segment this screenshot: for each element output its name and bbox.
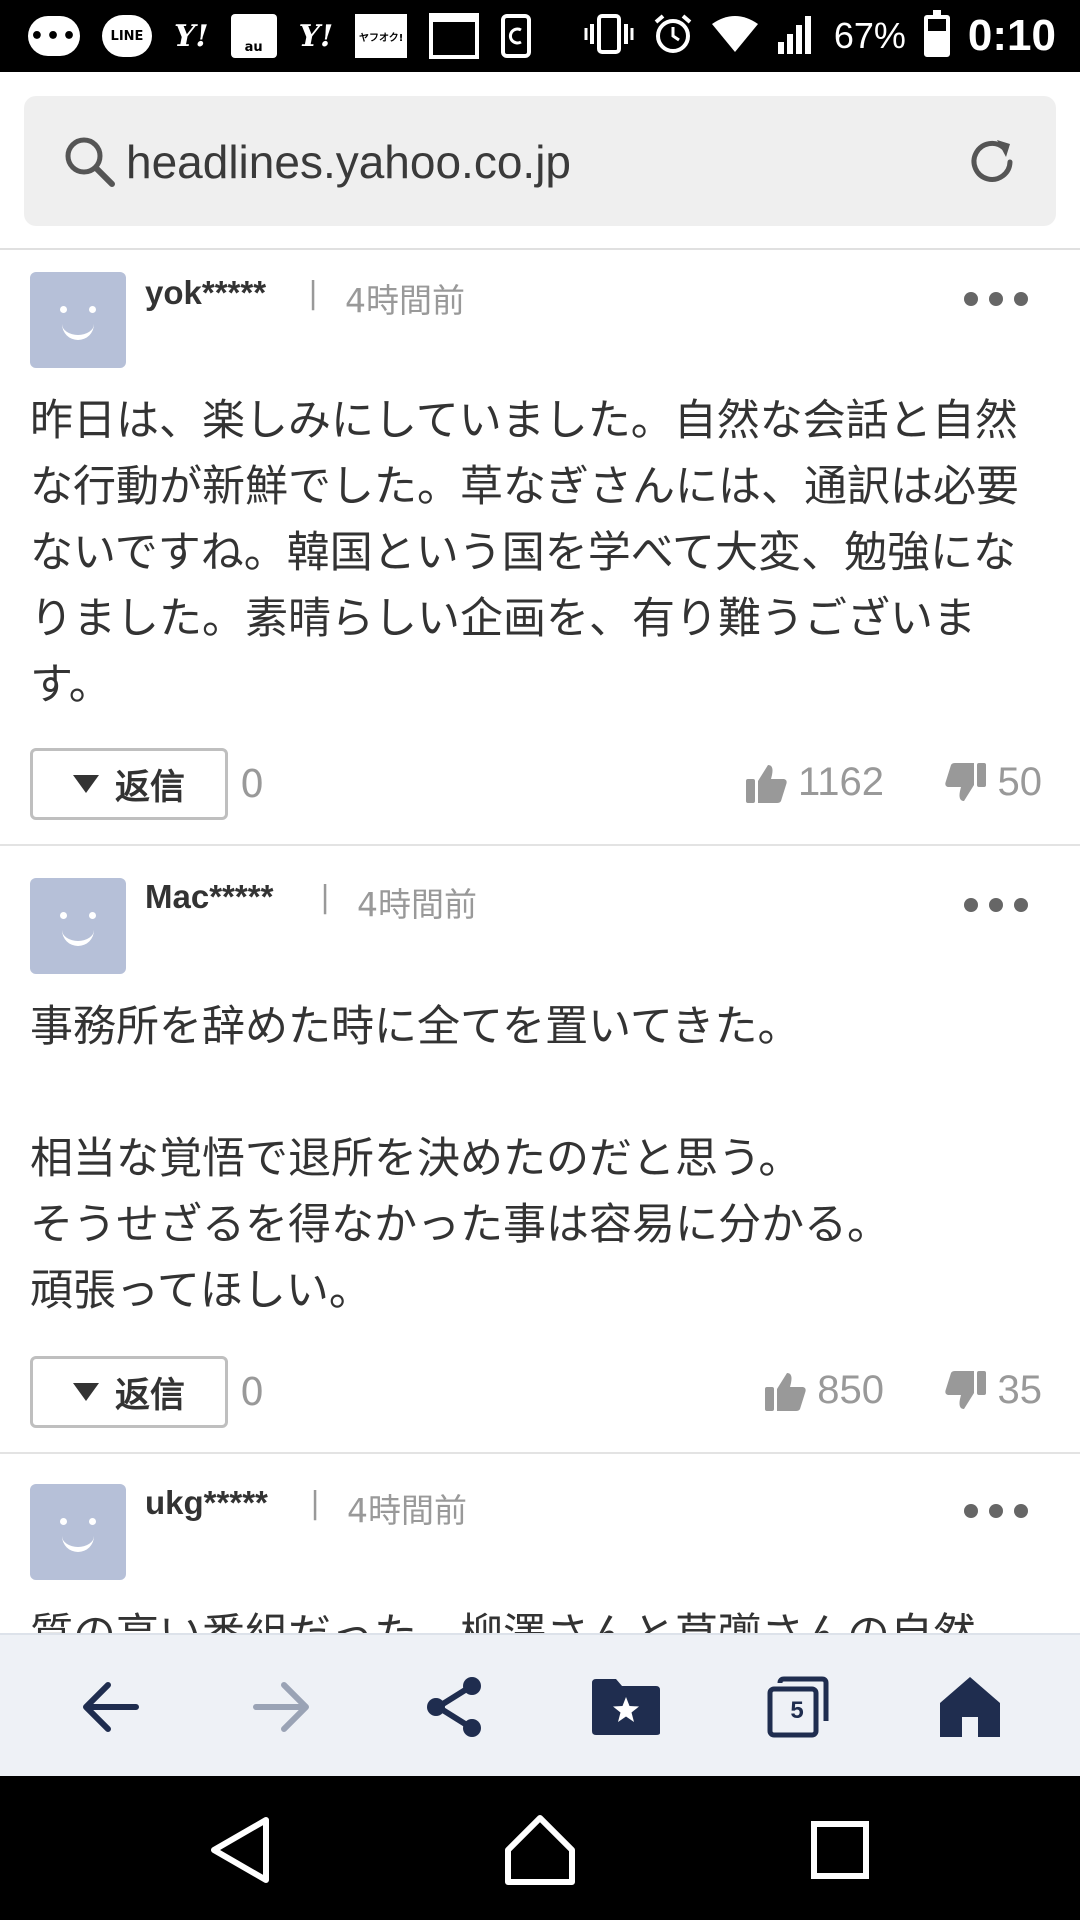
dislike-count: 35 <box>997 1368 1043 1412</box>
browser-toolbar: 5 <box>0 1633 1080 1776</box>
like-button[interactable]: 1162 <box>744 760 884 805</box>
reply-label: 返信 <box>114 1375 185 1416</box>
line-icon: LINE <box>102 15 152 57</box>
avatar <box>30 878 126 974</box>
dislike-button[interactable]: 35 <box>944 1368 1043 1413</box>
status-bar: ••• LINE Y! au Y! ヤフオク! 67% 0:10 <box>0 0 1080 72</box>
comment-timestamp: 4時間前 <box>347 1491 467 1530</box>
home-icon <box>940 1677 1000 1737</box>
comment-username[interactable]: ukg***** <box>145 1484 268 1522</box>
dislike-button[interactable]: 50 <box>944 760 1043 805</box>
thumbs-down-icon <box>944 1370 986 1409</box>
separator: | <box>320 880 331 915</box>
comment-timestamp: 4時間前 <box>345 281 465 320</box>
like-count: 1162 <box>797 760 884 804</box>
comment-username[interactable]: Mac***** <box>145 878 273 916</box>
back-button[interactable] <box>74 1671 146 1743</box>
reply-label: 返信 <box>114 767 185 808</box>
nav-home-icon[interactable] <box>500 1810 580 1890</box>
like-button[interactable]: 850 <box>763 1368 884 1413</box>
yahoo-icon: Y! <box>298 18 334 54</box>
wifi-icon <box>711 14 758 59</box>
alarm-icon <box>652 13 694 60</box>
share-button[interactable] <box>418 1671 490 1743</box>
clipboard-icon <box>501 14 532 58</box>
system-nav-bar <box>0 1776 1080 1920</box>
forward-button[interactable] <box>246 1671 318 1743</box>
battery-percent: 67% <box>833 15 906 56</box>
reply-button[interactable]: 返信 <box>30 1356 228 1428</box>
yahoo-icon: Y! <box>174 18 209 54</box>
signal-icon <box>776 14 816 59</box>
more-options-icon[interactable] <box>964 1504 1028 1518</box>
bookmark-folder-icon <box>592 1679 660 1735</box>
back-arrow-icon <box>83 1682 139 1732</box>
bookmarks-button[interactable] <box>590 1671 662 1743</box>
separator: | <box>310 1486 321 1521</box>
au-mail-icon: au <box>230 14 277 58</box>
more-options-icon[interactable] <box>964 292 1028 306</box>
like-count: 850 <box>817 1368 884 1412</box>
vibrate-icon <box>584 13 634 59</box>
comment-body: 質の高い番組だった。柳澤さんと草彅さんの自然 <box>30 1610 976 1636</box>
chat-icon: ••• <box>28 16 80 56</box>
comment-body: 事務所を辞めた時に全てを置いてきた。 相当な覚悟で退所を決めたのだと思う。 そう… <box>30 1002 890 1316</box>
reply-button[interactable]: 返信 <box>30 748 228 820</box>
thumbs-up-icon <box>745 764 787 803</box>
home-button[interactable] <box>934 1671 1006 1743</box>
yafuoku-icon: ヤフオク! <box>355 14 408 58</box>
avatar <box>30 1484 126 1580</box>
tabs-button[interactable]: 5 <box>762 1671 834 1743</box>
url-text[interactable]: headlines.yahoo.co.jp <box>126 134 571 190</box>
share-icon <box>427 1677 481 1737</box>
more-options-icon[interactable] <box>964 898 1028 912</box>
dislike-count: 50 <box>997 760 1043 804</box>
url-bar[interactable]: headlines.yahoo.co.jp <box>24 96 1056 226</box>
comment-item: Mac***** | 4時間前 事務所を辞めた時に全てを置いてきた。 相当な覚悟… <box>0 848 1080 1454</box>
notification-icons: ••• LINE Y! au Y! ヤフオク! <box>28 12 532 60</box>
forward-arrow-icon <box>253 1682 309 1732</box>
separator: | <box>308 276 319 311</box>
nav-recents-icon[interactable] <box>800 1810 880 1890</box>
calendar-icon <box>429 13 480 59</box>
clock: 0:10 <box>967 11 1056 60</box>
search-icon <box>65 137 115 187</box>
triangle-down-icon <box>72 775 99 793</box>
avatar <box>30 272 126 368</box>
battery-icon <box>923 10 950 57</box>
triangle-down-icon <box>72 1383 99 1401</box>
tab-count: 5 <box>790 1697 804 1724</box>
reload-icon[interactable] <box>964 134 1020 190</box>
nav-back-icon[interactable] <box>202 1810 282 1890</box>
system-status: 67% 0:10 <box>584 10 1056 60</box>
comment-body: 昨日は、楽しみにしていました。自然な会話と自然な行動が新鮮でした。草なぎさんには… <box>30 396 1019 710</box>
reply-count: 0 <box>240 1370 265 1414</box>
browser-header: headlines.yahoo.co.jp <box>0 72 1080 250</box>
comment-item: ukg***** | 4時間前 質の高い番組だった。柳澤さんと草彅さんの自然 <box>0 1456 1080 1636</box>
thumbs-up-icon <box>765 1372 806 1411</box>
reply-count: 0 <box>240 762 265 806</box>
thumbs-down-icon <box>944 762 986 801</box>
comment-item: yok***** | 4時間前 昨日は、楽しみにしていました。自然な会話と自然な… <box>0 252 1080 846</box>
comment-username[interactable]: yok***** <box>145 274 266 312</box>
comment-timestamp: 4時間前 <box>357 885 477 924</box>
